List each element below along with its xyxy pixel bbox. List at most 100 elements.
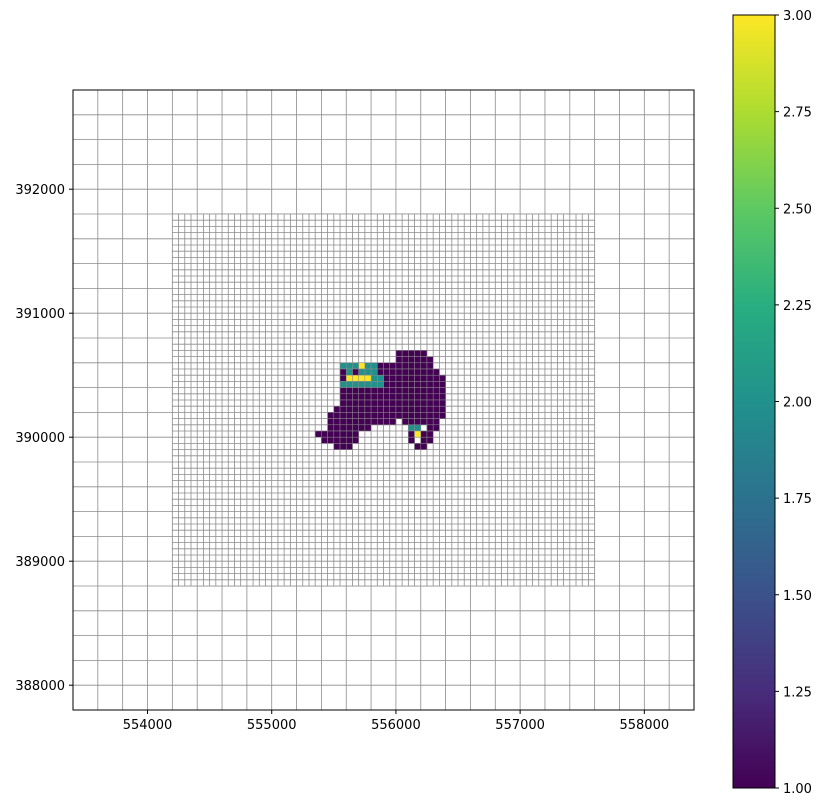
colorbar-tick-label: 3.00: [783, 9, 812, 24]
y-tick-label: 391000: [15, 307, 65, 322]
cell-value-1: [364, 418, 372, 426]
cell-value-1: [333, 430, 341, 438]
cell-value-1: [377, 368, 384, 376]
cell-value-1: [327, 424, 335, 432]
cell-value-1: [414, 356, 422, 364]
cell-value-1: [432, 412, 440, 419]
cell-value-1: [352, 412, 359, 419]
cell-value-1: [333, 418, 341, 426]
cell-value-1: [339, 368, 347, 376]
cell-value-1: [364, 399, 372, 407]
cell-value-1: [345, 387, 353, 395]
cell-value-1: [420, 436, 428, 444]
cell-value-1: [401, 405, 409, 413]
cell-value-1: [327, 418, 335, 426]
cell-value-1: [426, 387, 434, 395]
cell-value-1: [401, 399, 409, 407]
cell-value-1: [339, 399, 347, 407]
cell-value-1: [408, 387, 415, 395]
cell-value-1: [426, 381, 434, 388]
cell-value-1: [395, 412, 403, 419]
x-tick-label: 555000: [247, 718, 297, 733]
cell-value-1: [414, 412, 422, 419]
cell-value-1: [339, 405, 347, 413]
cell-value-1: [345, 412, 353, 419]
cell-value-3: [364, 374, 372, 382]
cell-value-1: [408, 412, 415, 419]
cell-value-1: [352, 405, 359, 413]
cell-value-1: [426, 405, 434, 413]
cell-value-2: [377, 381, 384, 388]
cell-value-1: [414, 405, 422, 413]
cell-value-1: [426, 368, 434, 376]
cell-value-1: [414, 368, 422, 376]
cell-value-3: [345, 374, 353, 382]
cell-value-1: [420, 399, 428, 407]
cell-value-1: [420, 381, 428, 388]
cell-value-1: [377, 412, 384, 419]
cell-value-1: [321, 436, 328, 444]
cell-value-2: [370, 381, 378, 388]
colorbar-tick-label: 1.25: [783, 685, 812, 700]
cell-value-1: [401, 412, 409, 419]
cell-value-1: [352, 368, 359, 376]
cell-value-1: [389, 374, 397, 382]
cell-value-1: [389, 418, 397, 426]
cell-value-1: [333, 405, 341, 413]
cell-value-1: [339, 430, 347, 438]
cell-value-1: [426, 424, 434, 432]
cell-value-1: [345, 393, 353, 401]
cell-value-1: [383, 412, 390, 419]
cell-value-1: [383, 393, 390, 401]
cell-value-1: [408, 356, 415, 364]
cell-value-1: [395, 350, 403, 357]
cell-value-1: [401, 350, 409, 357]
cell-value-1: [395, 368, 403, 376]
cell-value-1: [426, 393, 434, 401]
cell-value-1: [345, 399, 353, 407]
cell-value-1: [389, 412, 397, 419]
cell-value-1: [420, 430, 428, 438]
cell-value-1: [314, 430, 322, 438]
cell-value-1: [383, 418, 390, 426]
cell-value-2: [339, 381, 347, 388]
cell-value-1: [408, 399, 415, 407]
cell-value-1: [408, 430, 415, 438]
x-tick-label: 558000: [619, 718, 669, 733]
cell-value-1: [401, 374, 409, 382]
cell-value-1: [364, 412, 372, 419]
cell-value-1: [377, 387, 384, 395]
cell-value-1: [383, 368, 390, 376]
cell-value-1: [377, 405, 384, 413]
cell-value-1: [408, 362, 415, 370]
cell-value-1: [364, 405, 372, 413]
cell-value-1: [420, 405, 428, 413]
cell-value-1: [352, 418, 359, 426]
cell-value-2: [370, 362, 378, 370]
cell-value-1: [395, 405, 403, 413]
cell-value-1: [432, 387, 440, 395]
cell-value-1: [358, 412, 366, 419]
cell-value-1: [395, 393, 403, 401]
cell-value-1: [377, 362, 384, 370]
colorbar-tick-label: 1.00: [783, 782, 812, 797]
cell-value-1: [345, 418, 353, 426]
cell-value-1: [439, 393, 446, 401]
cell-value-1: [333, 436, 341, 444]
cell-value-1: [408, 418, 415, 426]
cell-value-1: [401, 381, 409, 388]
cell-value-1: [358, 424, 366, 432]
cell-value-1: [352, 424, 359, 432]
cell-value-1: [426, 430, 434, 438]
cell-value-1: [432, 393, 440, 401]
colorbar-tick-label: 2.50: [783, 202, 812, 217]
cell-value-1: [383, 381, 390, 388]
cell-value-1: [327, 430, 335, 438]
cell-value-1: [420, 387, 428, 395]
colorbar: 1.00 1.25 1.50 1.75 2.00 2.25 2.50 2.75 3.00: [732, 9, 812, 797]
cell-value-1: [414, 374, 422, 382]
cell-value-1: [432, 368, 440, 376]
cell-value-2: [352, 381, 359, 388]
cell-value-1: [389, 381, 397, 388]
cell-value-1: [352, 436, 359, 444]
